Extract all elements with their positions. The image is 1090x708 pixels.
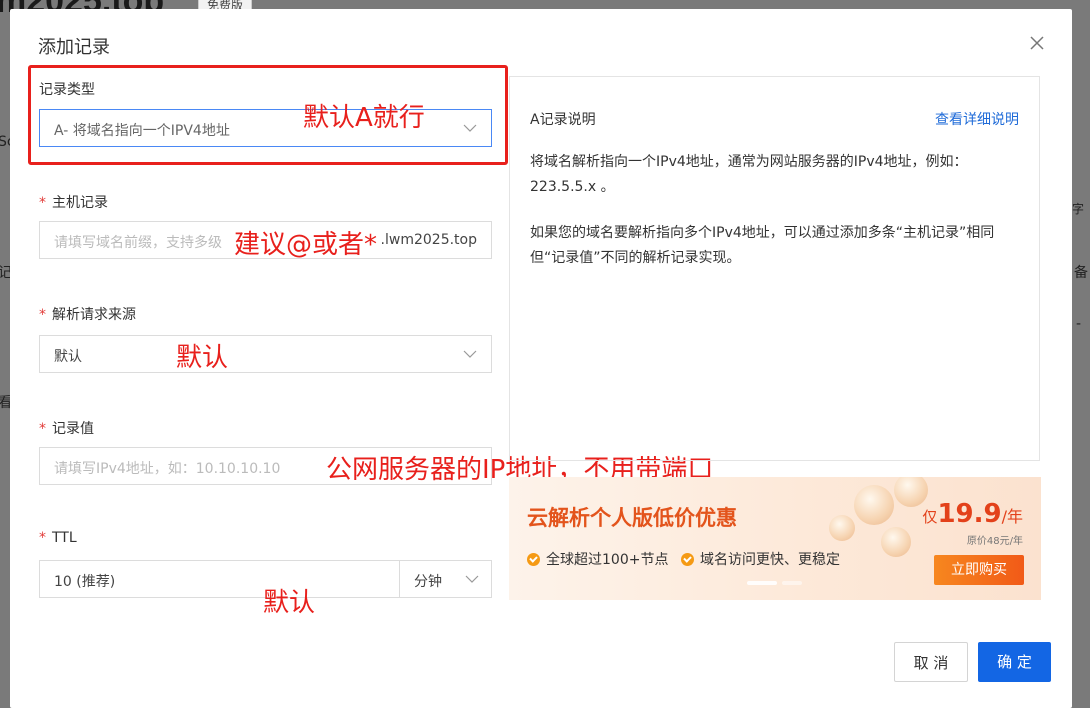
chevron-down-icon <box>465 575 479 583</box>
check-icon <box>527 553 540 566</box>
carousel-indicator[interactable] <box>782 581 802 585</box>
domain-suffix: .lwm2025.top <box>380 232 477 248</box>
add-record-dialog: 添加记录 记录类型 A- 将域名指向一个IPV4地址 默认A就行 * 主机记录 请… <box>10 9 1072 708</box>
promo-title: 云解析个人版低价优惠 <box>527 506 737 530</box>
check-icon <box>681 553 694 566</box>
required-mark: * <box>39 195 46 211</box>
confirm-button[interactable]: 确 定 <box>978 642 1051 682</box>
dialog-title: 添加记录 <box>38 37 110 58</box>
original-price: 原价48元/年 <box>966 536 1023 547</box>
host-label: * 主机记录 <box>39 192 108 212</box>
annotation-host: 建议@或者* <box>234 230 378 260</box>
help-paragraph-2: 如果您的域名要解析指向多个IPv4地址，可以通过添加多条“主机记录”相同但“记录… <box>530 225 995 266</box>
price-suffix: /年 <box>1001 507 1023 526</box>
required-mark: * <box>39 307 46 323</box>
coin-decoration <box>854 485 894 525</box>
ttl-value: 10 (推荐) <box>54 574 116 590</box>
ttl-label: * TTL <box>39 530 77 546</box>
promo-price: 仅19.9/年 <box>922 499 1023 529</box>
coin-decoration <box>881 527 911 557</box>
record-value-label: * 记录值 <box>39 418 94 438</box>
source-label: * 解析请求来源 <box>39 304 136 324</box>
annotation-record-type: 默认A就行 <box>303 103 425 133</box>
annotation-source: 默认 <box>176 343 229 373</box>
price-number: 19.9 <box>937 499 1002 529</box>
background-edge-text: - <box>1076 316 1082 332</box>
background-edge-text: 字 <box>1072 202 1085 216</box>
ttl-unit-value: 分钟 <box>414 574 442 590</box>
cancel-button[interactable]: 取 消 <box>894 642 968 682</box>
close-icon[interactable] <box>1028 34 1046 52</box>
price-prefix: 仅 <box>922 508 938 526</box>
record-value-placeholder: 请填写IPv4地址，如：10.10.10.10 <box>54 461 281 477</box>
help-panel-title: A记录说明 <box>530 112 596 128</box>
annotation-ttl: 默认 <box>263 588 316 618</box>
promo-banner[interactable]: 云解析个人版低价优惠 仅19.9/年 原价48元/年 全球超过100+节点 域名… <box>509 477 1041 600</box>
annotation-highlight-box <box>28 65 508 165</box>
required-mark: * <box>39 530 46 546</box>
background-edge-text: 备 <box>1074 265 1088 281</box>
record-value-label-text: 记录值 <box>52 421 94 437</box>
help-paragraph-1: 将域名解析指向一个IPv4地址，通常为网站服务器的IPv4地址，例如：223.5… <box>530 154 968 195</box>
buy-now-button[interactable]: 立即购买 <box>934 555 1024 585</box>
feature-text: 全球超过100+节点 <box>546 552 669 568</box>
promo-feature: 全球超过100+节点 <box>527 549 668 569</box>
coin-decoration <box>829 515 855 541</box>
record-help-panel: A记录说明 查看详细说明 将域名解析指向一个IPv4地址，通常为网站服务器的IP… <box>509 76 1040 461</box>
ttl-label-text: TTL <box>52 530 77 546</box>
view-details-link[interactable]: 查看详细说明 <box>935 109 1019 129</box>
chevron-down-icon <box>463 350 477 358</box>
ttl-unit-select[interactable]: 分钟 <box>399 561 493 597</box>
feature-text: 域名访问更快、更稳定 <box>700 552 840 568</box>
carousel-indicator[interactable] <box>747 581 777 585</box>
source-value: 默认 <box>54 349 82 365</box>
promo-feature: 域名访问更快、更稳定 <box>681 549 840 569</box>
source-select[interactable]: 默认 <box>39 335 492 373</box>
source-label-text: 解析请求来源 <box>52 307 136 323</box>
required-mark: * <box>39 421 46 437</box>
host-placeholder: 请填写域名前缀，支持多级 <box>54 235 222 251</box>
host-label-text: 主机记录 <box>52 195 108 211</box>
